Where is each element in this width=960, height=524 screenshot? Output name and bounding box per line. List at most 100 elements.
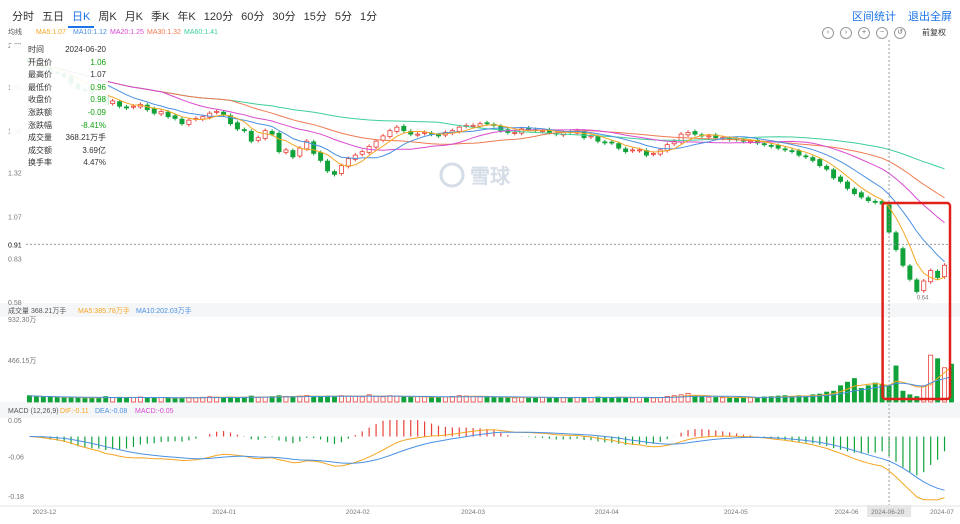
- volume-bar: [110, 397, 116, 403]
- volume-bar: [352, 395, 358, 403]
- candle-body: [512, 132, 518, 134]
- period-toolbar: 分时 五日 日K 周K 月K 季K 年K 120分 60分 30分 15分 5分 1分 区间统计 退出全…: [0, 0, 960, 30]
- candle-body: [297, 147, 303, 157]
- price-legend-label: 均线: [8, 28, 22, 36]
- tooltip-row: 涨跌幅 -8.41%: [10, 120, 108, 133]
- volume-bar: [553, 397, 559, 403]
- volume-bar: [82, 397, 88, 403]
- tooltip-value: 1.06: [90, 57, 106, 67]
- candle-body: [900, 248, 906, 266]
- volume-bar: [394, 395, 400, 403]
- candle-body: [241, 129, 247, 132]
- tab-10[interactable]: 15分: [300, 6, 331, 28]
- range-stats-button[interactable]: 区间统计: [852, 8, 896, 24]
- tab-2[interactable]: 日K: [68, 6, 95, 28]
- volume-bar: [442, 396, 448, 403]
- candle-body: [810, 157, 816, 161]
- tab-12[interactable]: 1分: [356, 6, 381, 28]
- volume-bar: [685, 392, 691, 403]
- candle-body: [907, 265, 913, 280]
- volume-bar: [33, 396, 39, 403]
- volume-bar: [179, 397, 185, 403]
- candle-body: [824, 165, 830, 170]
- volume-bar: [650, 397, 656, 403]
- tab-3[interactable]: 周K: [94, 6, 120, 28]
- volume-bar: [54, 397, 60, 403]
- candle-body: [373, 140, 379, 148]
- volume-bar: [720, 397, 726, 403]
- candle-body: [338, 165, 344, 174]
- watermark-text: 雪球: [470, 165, 511, 188]
- kline-chart[interactable]: 2.051.811.561.321.070.910.830.58932.30万4…: [0, 28, 960, 524]
- candle-body: [325, 160, 331, 172]
- price-tick-label: 1.07: [8, 214, 22, 221]
- candle-body: [200, 116, 206, 120]
- tooltip-value: 3.69亿: [82, 145, 106, 155]
- volume-bar: [255, 397, 261, 403]
- exit-fullscreen-button[interactable]: 退出全屏: [908, 8, 952, 24]
- volume-bar: [560, 397, 566, 403]
- volume-bar: [332, 396, 337, 403]
- tab-5[interactable]: 季K: [147, 6, 173, 28]
- price-legend-ma20: MA20:1.25: [110, 29, 144, 36]
- volume-bar: [505, 397, 511, 403]
- tab-8[interactable]: 60分: [237, 6, 268, 28]
- tooltip-key: 涨跌额: [28, 107, 52, 117]
- price-tick-label: 0.83: [8, 256, 22, 263]
- tab-9[interactable]: 30分: [268, 6, 299, 28]
- candle-body: [685, 132, 691, 136]
- tab-0[interactable]: 分时: [8, 6, 38, 28]
- volume-bar: [533, 396, 539, 403]
- candle-body: [650, 152, 656, 155]
- volume-bar: [325, 395, 331, 403]
- date-tick-label: 2024-02: [346, 509, 370, 516]
- volume-bar: [747, 397, 753, 403]
- candle-body: [595, 136, 601, 142]
- candle-body: [942, 264, 948, 278]
- volume-bar: [26, 395, 32, 403]
- volume-bar: [311, 396, 317, 403]
- volume-bar: [387, 395, 393, 403]
- tooltip-row: 时间 2024-06-20: [10, 44, 108, 57]
- tooltip-value: 0.98: [90, 95, 106, 105]
- candle-body: [838, 176, 844, 182]
- volume-bar: [470, 396, 476, 403]
- volume-bar: [75, 397, 81, 403]
- candle-tooltip: 时间 2024-06-20 开盘价 1.06 最高价 1.07 最低价 0.96 收盘价 0.98…: [10, 44, 108, 170]
- volume-bar: [61, 397, 67, 403]
- tooltip-row: 开盘价 1.06: [10, 57, 108, 70]
- tooltip-key: 涨跌幅: [28, 120, 52, 130]
- volume-bar: [415, 396, 421, 403]
- vol-tick-label: 932.30万: [8, 316, 36, 324]
- candle-body: [276, 132, 282, 153]
- tab-1[interactable]: 五日: [38, 6, 68, 28]
- candle-body: [602, 141, 608, 144]
- macd-legend-macd: MACD:-0.05: [135, 408, 174, 415]
- candle-body: [630, 149, 636, 152]
- tab-7[interactable]: 120分: [200, 6, 237, 28]
- date-tick-label: 2024-01: [212, 509, 236, 516]
- candle-body: [761, 143, 767, 146]
- volume-bar: [401, 396, 407, 403]
- tab-6[interactable]: 年K: [173, 6, 199, 28]
- ma20-line: [29, 62, 945, 223]
- tooltip-row: 成交量 368.21万手: [10, 132, 108, 145]
- candle-body: [470, 125, 476, 127]
- candle-body: [817, 159, 823, 167]
- volume-bar: [68, 396, 74, 403]
- candle-body: [345, 158, 351, 167]
- candle-body: [387, 130, 393, 138]
- volume-bar: [706, 396, 712, 403]
- volume-bar: [318, 396, 324, 403]
- candle-body: [706, 135, 712, 138]
- volume-bar: [713, 397, 719, 403]
- tooltip-key: 开盘价: [28, 57, 52, 67]
- tab-11[interactable]: 5分: [331, 6, 356, 28]
- volume-bar: [657, 397, 663, 403]
- tab-4[interactable]: 月K: [121, 6, 147, 28]
- candle-body: [845, 181, 850, 189]
- tooltip-row: 涨跌额 -0.09: [10, 107, 108, 120]
- candle-body: [283, 149, 289, 153]
- volume-bar: [435, 397, 441, 403]
- tooltip-key: 最高价: [28, 70, 52, 80]
